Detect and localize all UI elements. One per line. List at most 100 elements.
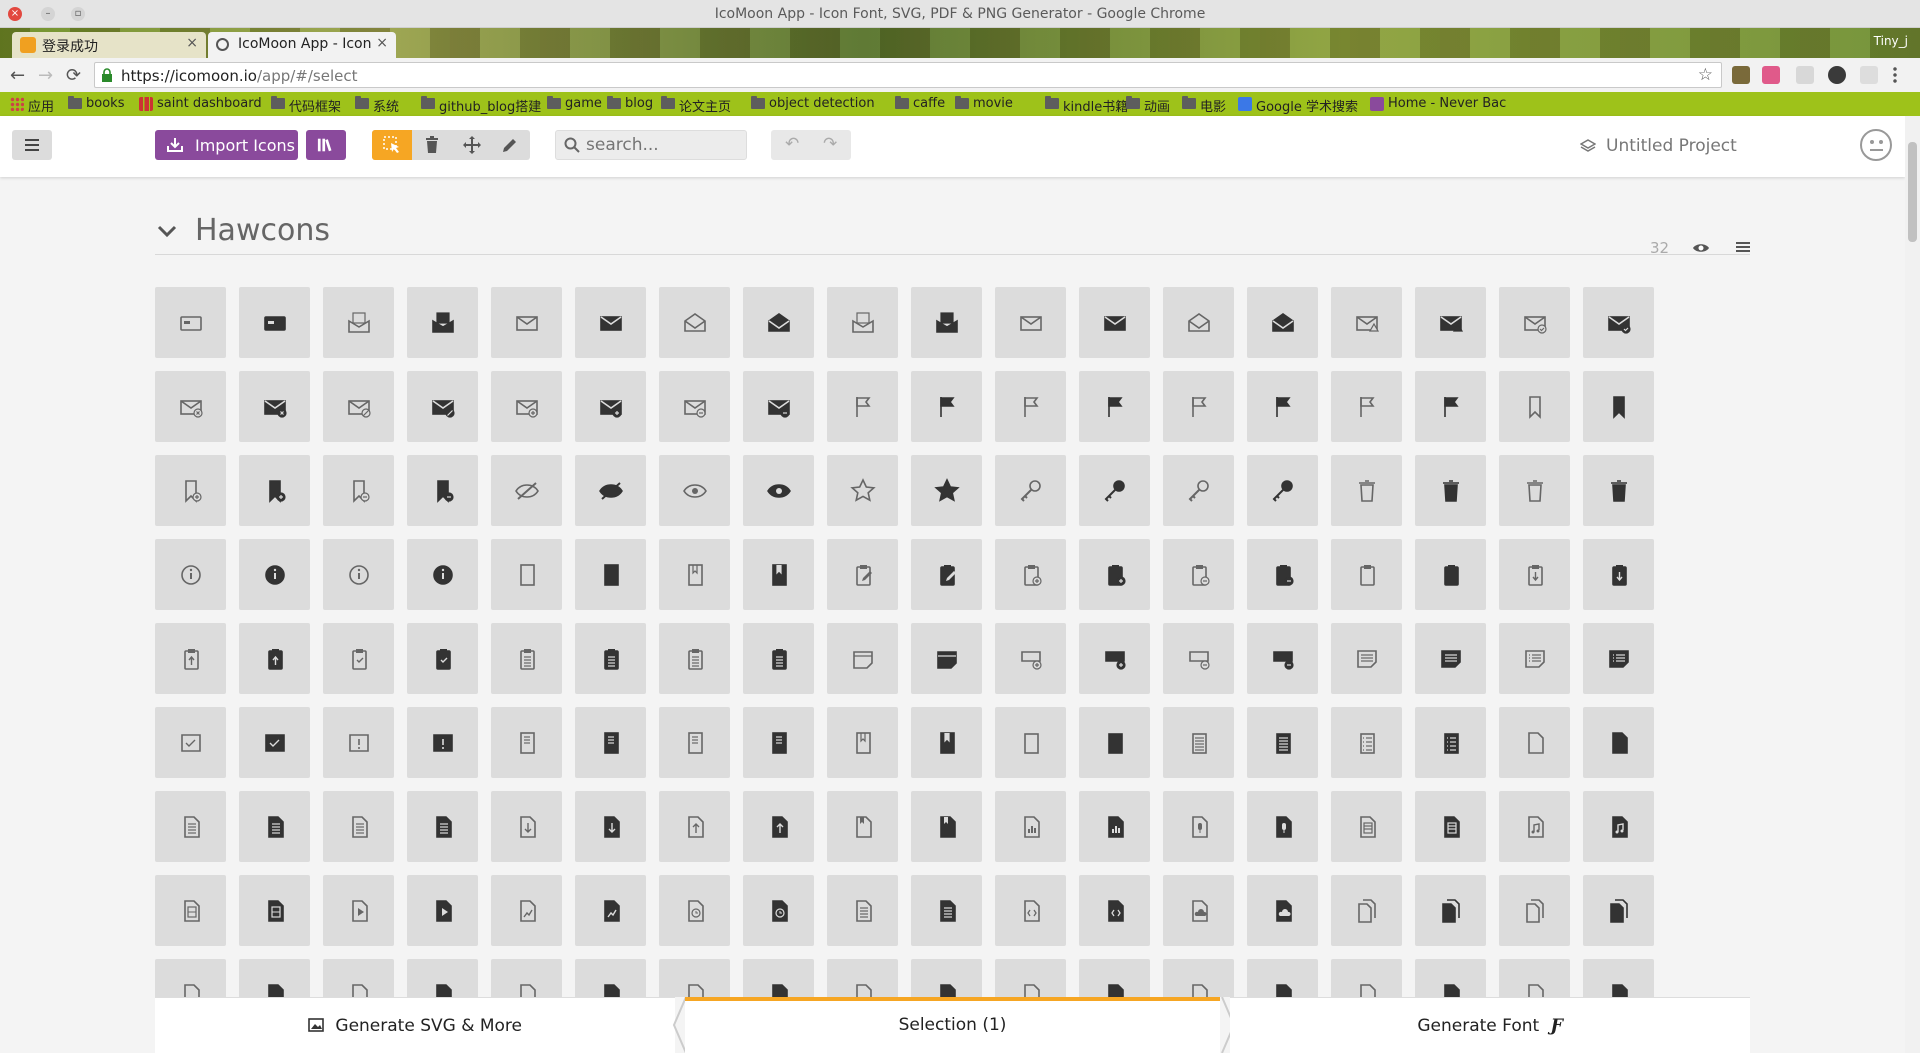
icon-tile[interactable] (995, 455, 1066, 526)
icon-tile[interactable] (1499, 287, 1570, 358)
icon-tile[interactable] (155, 791, 226, 862)
icon-tile[interactable] (1079, 707, 1150, 778)
icon-tile[interactable] (743, 707, 814, 778)
icon-tile[interactable] (995, 623, 1066, 694)
extension-icon[interactable] (1732, 66, 1750, 84)
icon-tile[interactable] (1247, 539, 1318, 610)
reload-icon[interactable]: ⟳ (66, 65, 81, 86)
icon-tile[interactable] (1247, 791, 1318, 862)
icon-tile[interactable] (659, 287, 730, 358)
main-menu-button[interactable] (12, 130, 52, 160)
icon-tile[interactable] (1415, 959, 1486, 997)
bookmark-item[interactable]: 论文主页 (661, 96, 731, 115)
icon-tile[interactable] (407, 539, 478, 610)
icon-tile[interactable] (155, 455, 226, 526)
icon-tile[interactable] (995, 875, 1066, 946)
icon-tile[interactable] (239, 371, 310, 442)
icon-tile[interactable] (743, 371, 814, 442)
undo-icon[interactable]: ↶ (785, 134, 799, 154)
icon-tile[interactable] (827, 371, 898, 442)
icon-tile[interactable] (743, 875, 814, 946)
icon-tile[interactable] (743, 791, 814, 862)
icon-tile[interactable] (575, 371, 646, 442)
icon-tile[interactable] (323, 791, 394, 862)
icon-tile[interactable] (1499, 371, 1570, 442)
icon-tile[interactable] (1331, 707, 1402, 778)
icon-tile[interactable] (1331, 455, 1402, 526)
close-tab-icon[interactable]: × (376, 35, 388, 51)
icon-tile[interactable] (1247, 623, 1318, 694)
icon-tile[interactable] (1163, 623, 1234, 694)
icon-tile[interactable] (323, 371, 394, 442)
icon-tile[interactable] (1247, 707, 1318, 778)
icon-tile[interactable] (1331, 959, 1402, 997)
bookmark-item[interactable]: Home - Never Bac (1370, 96, 1506, 111)
icon-tile[interactable] (911, 959, 982, 997)
icon-tile[interactable] (1247, 287, 1318, 358)
icon-tile[interactable] (155, 287, 226, 358)
icon-tile[interactable] (1415, 707, 1486, 778)
icon-tile[interactable] (239, 791, 310, 862)
project-name[interactable]: Untitled Project (1580, 136, 1737, 156)
icon-tile[interactable] (995, 287, 1066, 358)
edit-tool-icon[interactable] (500, 135, 520, 155)
icon-tile[interactable] (995, 539, 1066, 610)
icon-tile[interactable] (1331, 287, 1402, 358)
icon-tile[interactable] (743, 287, 814, 358)
icon-tile[interactable] (239, 623, 310, 694)
generate-svg-button[interactable]: Generate SVG & More (155, 997, 675, 1053)
icon-tile[interactable] (1079, 875, 1150, 946)
icon-tile[interactable] (1331, 539, 1402, 610)
icon-tile[interactable] (743, 455, 814, 526)
icon-tile[interactable] (1163, 875, 1234, 946)
extension-icon[interactable] (1762, 66, 1780, 84)
icon-tile[interactable] (1079, 623, 1150, 694)
icon-tile[interactable] (491, 959, 562, 997)
bookmark-star-icon[interactable]: ☆ (1698, 65, 1713, 85)
icon-tile[interactable] (827, 455, 898, 526)
icon-tile[interactable] (323, 707, 394, 778)
icon-tile[interactable] (1247, 875, 1318, 946)
icon-tile[interactable] (1247, 455, 1318, 526)
bookmark-item[interactable]: 电影 (1182, 96, 1226, 115)
icon-tile[interactable] (491, 623, 562, 694)
bookmark-item[interactable]: 代码框架 (271, 96, 341, 115)
extension-icon[interactable] (1828, 66, 1846, 84)
bookmark-item[interactable]: github_blog搭建 (421, 96, 541, 115)
icon-tile[interactable] (1583, 791, 1654, 862)
back-icon[interactable]: ← (10, 65, 25, 86)
icon-tile[interactable] (1415, 539, 1486, 610)
icon-tile[interactable] (155, 539, 226, 610)
icon-tile[interactable] (407, 287, 478, 358)
icon-tile[interactable] (911, 371, 982, 442)
icon-tile[interactable] (911, 455, 982, 526)
bookmark-item[interactable]: object detection (751, 96, 875, 111)
icon-tile[interactable] (1583, 875, 1654, 946)
bookmark-item[interactable]: saint dashboard (139, 96, 262, 111)
icon-tile[interactable] (1499, 875, 1570, 946)
icon-tile[interactable] (1079, 287, 1150, 358)
chevron-down-icon[interactable] (155, 219, 179, 243)
icon-tile[interactable] (407, 791, 478, 862)
icon-tile[interactable] (1079, 791, 1150, 862)
icon-tile[interactable] (407, 455, 478, 526)
icon-tile[interactable] (323, 539, 394, 610)
icon-tile[interactable] (491, 287, 562, 358)
forward-icon[interactable]: → (38, 65, 53, 86)
import-icons-button[interactable]: Import Icons (155, 130, 298, 160)
icon-tile[interactable] (407, 707, 478, 778)
scrollbar-thumb[interactable] (1908, 142, 1917, 242)
icon-tile[interactable] (659, 959, 730, 997)
icon-tile[interactable] (659, 707, 730, 778)
icon-tile[interactable] (575, 791, 646, 862)
icon-tile[interactable] (575, 287, 646, 358)
icon-tile[interactable] (1163, 707, 1234, 778)
extension-icon[interactable] (1860, 66, 1878, 84)
icon-tile[interactable] (1163, 455, 1234, 526)
icon-tile[interactable] (1583, 623, 1654, 694)
icon-tile[interactable] (155, 875, 226, 946)
icon-tile[interactable] (1163, 371, 1234, 442)
icon-tile[interactable] (491, 455, 562, 526)
search-box[interactable] (555, 130, 747, 160)
icon-tile[interactable] (155, 959, 226, 997)
